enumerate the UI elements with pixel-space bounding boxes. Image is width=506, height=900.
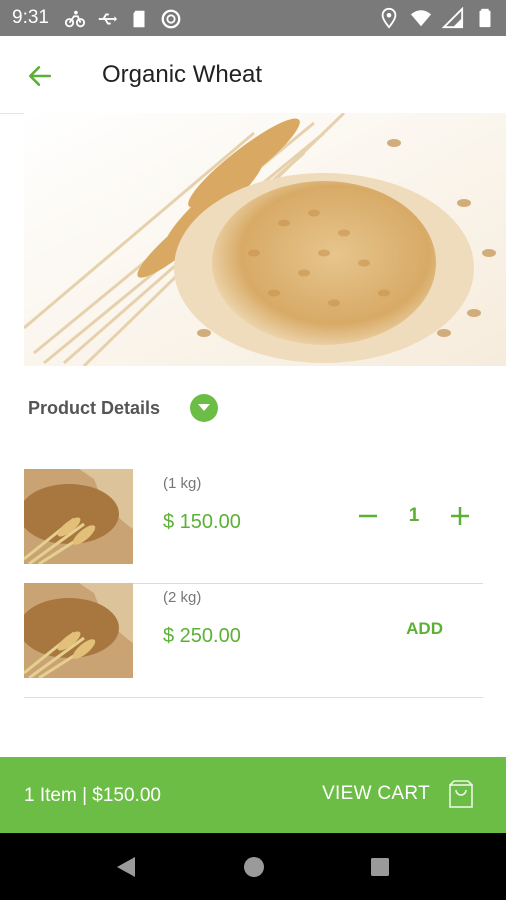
cart-summary: 1 Item | $150.00 [24, 785, 161, 806]
circle-home-icon [244, 857, 264, 877]
triangle-back-icon [117, 857, 135, 877]
shopping-bag-icon [449, 780, 473, 808]
bike-icon [64, 10, 86, 28]
system-nav-bar [0, 833, 506, 900]
variant-weight: (1 kg) [163, 475, 202, 492]
variant-price: $ 150.00 [163, 511, 241, 533]
battery-icon [479, 8, 491, 28]
usb-icon [98, 13, 118, 25]
increase-quantity-button[interactable] [445, 501, 475, 531]
cart-bar: 1 Item | $150.00 VIEW CART [0, 757, 506, 833]
decrease-quantity-button[interactable] [353, 501, 383, 531]
product-hero-image [24, 113, 506, 366]
quantity-value: 1 [408, 505, 420, 526]
view-cart-label: VIEW CART [322, 783, 430, 804]
details-toggle-button[interactable] [190, 394, 219, 422]
status-time: 9:31 [12, 7, 49, 28]
page-title: Organic Wheat [102, 61, 263, 88]
square-recents-icon [371, 858, 389, 876]
nav-recents-button[interactable] [366, 853, 394, 881]
nav-home-button[interactable] [240, 853, 268, 881]
caret-down-icon [198, 404, 211, 411]
add-to-cart-button[interactable]: ADD [406, 619, 443, 639]
plus-icon [451, 507, 469, 525]
variant-item: (1 kg) $ 150.00 1 [24, 469, 483, 584]
variant-weight: (2 kg) [163, 589, 202, 606]
variant-item: (2 kg) $ 250.00 ADD [24, 583, 483, 698]
arrow-left-icon [28, 66, 52, 86]
app-bar: Organic Wheat [0, 36, 506, 114]
product-details-row[interactable]: Product Details [28, 394, 219, 422]
variant-thumbnail [24, 583, 133, 678]
nav-back-button[interactable] [112, 853, 140, 881]
view-cart-button[interactable]: VIEW CART [322, 779, 474, 809]
signal-icon [442, 7, 464, 29]
back-button[interactable] [20, 56, 60, 96]
sync-icon [161, 9, 181, 29]
variant-thumbnail [24, 469, 133, 564]
sd-card-icon [133, 10, 145, 28]
product-details-label: Product Details [28, 397, 161, 418]
minus-icon [359, 514, 377, 518]
variant-price: $ 250.00 [163, 625, 241, 647]
quantity-stepper: 1 [353, 501, 475, 531]
status-bar: 9:31 [0, 0, 506, 36]
location-icon [381, 7, 397, 29]
wifi-icon [410, 10, 432, 27]
